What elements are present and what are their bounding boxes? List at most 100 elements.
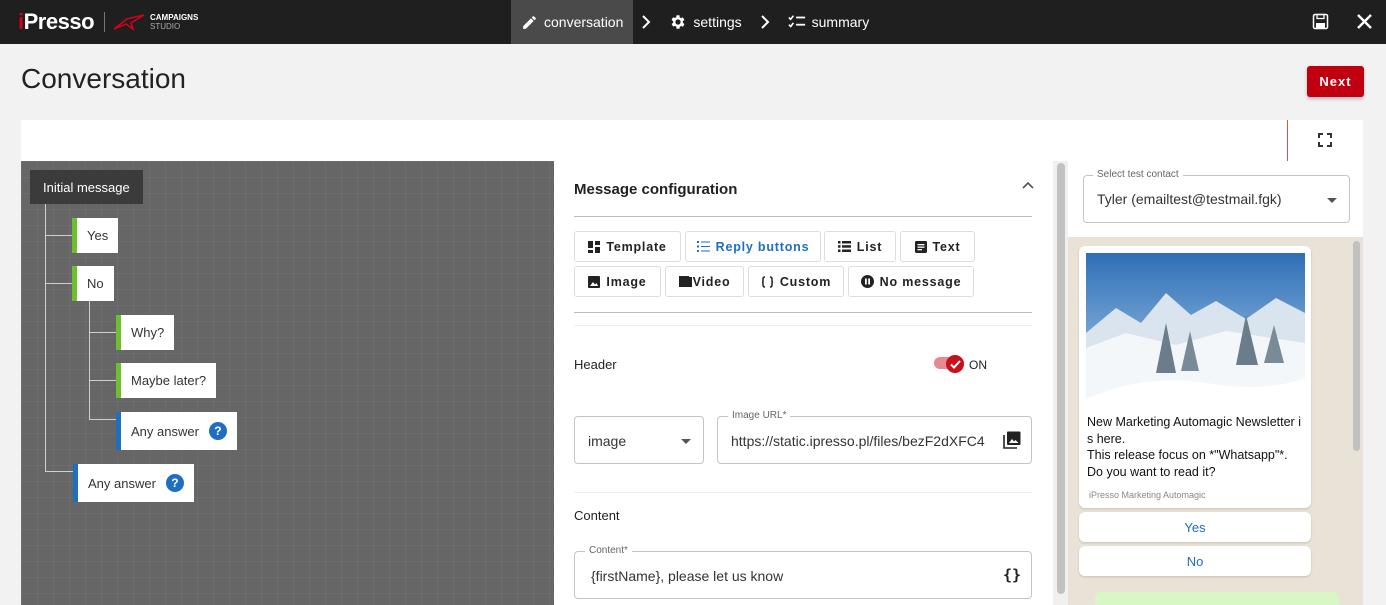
help-icon[interactable]: ?	[165, 474, 184, 492]
content-field[interactable]: Content* {firstName}, please let us know…	[574, 545, 1032, 599]
dropdown-arrow-icon	[1327, 198, 1337, 203]
image-icon	[588, 275, 601, 288]
tree-node-label: Any answer	[131, 423, 199, 439]
gear-icon	[671, 15, 685, 29]
editor-toolbar	[21, 120, 1363, 161]
page-title: Conversation	[21, 63, 186, 94]
config-title: Message configuration	[574, 181, 738, 198]
dropdown-arrow-icon	[681, 439, 691, 444]
next-button[interactable]: Next	[1307, 66, 1364, 97]
campaigns-plane-icon	[113, 14, 145, 31]
type-video-button[interactable]: Video	[665, 266, 744, 297]
chevron-right-icon	[633, 0, 659, 44]
logo-divider	[104, 12, 105, 32]
toolbar-divider	[1287, 120, 1288, 161]
type-button-label: List	[856, 239, 883, 254]
step-settings[interactable]: settings	[659, 0, 751, 44]
step-conversation[interactable]: conversation	[511, 0, 634, 44]
tree-connector	[89, 301, 90, 419]
fullscreen-icon[interactable]	[1318, 133, 1332, 147]
content-field-label: Content*	[585, 545, 632, 556]
message-text-line: This release focus on *"Whatsapp"*.	[1087, 448, 1288, 462]
type-button-label: Template	[606, 239, 667, 254]
braces-icon	[761, 275, 773, 288]
type-reply-buttons-button[interactable]: Reply buttons	[685, 231, 821, 262]
type-template-button[interactable]: Template	[574, 231, 681, 262]
wizard-steps: conversation settings summary	[511, 0, 879, 44]
tree-node-any-answer[interactable]: Any answer ?	[73, 464, 194, 502]
ipresso-logo: iPresso	[18, 9, 95, 34]
tree-connector	[45, 471, 73, 472]
message-footer: iPresso Marketing Automagic	[1089, 490, 1206, 500]
image-library-icon[interactable]	[1003, 431, 1021, 449]
tree-node-maybe-later[interactable]: Maybe later?	[116, 363, 217, 398]
tree-node-no[interactable]: No	[72, 266, 114, 301]
campaigns-studio-label: CAMPAIGNS STUDIO	[150, 13, 199, 31]
insert-variable-icon[interactable]: {}	[1003, 566, 1021, 584]
header-type-select[interactable]: image	[574, 416, 704, 464]
type-text-button[interactable]: Text	[900, 231, 975, 262]
content-value: {firstName}, please let us know	[591, 568, 784, 584]
pause-circle-icon	[860, 275, 874, 288]
outgoing-message-bubble	[1095, 592, 1339, 605]
help-icon[interactable]: ?	[208, 422, 227, 440]
step-summary[interactable]: summary	[778, 0, 880, 44]
message-body: New Marketing Automagic Newsletter i s h…	[1087, 414, 1307, 480]
message-text-line: New Marketing Automagic Newsletter i	[1087, 415, 1301, 429]
list-icon	[696, 241, 710, 252]
tree-node-yes[interactable]: Yes	[72, 218, 119, 253]
tree-connector	[89, 332, 116, 333]
test-contact-value: Tyler (emailtest@testmail.fgk)	[1097, 191, 1282, 207]
header-toggle-label: ON	[969, 358, 987, 372]
grid-icon	[588, 240, 601, 253]
message-configuration-panel: Message configuration Template Reply but…	[554, 161, 1053, 605]
reply-button-yes[interactable]: Yes	[1079, 512, 1311, 542]
tree-connector	[45, 204, 46, 472]
reply-button-no[interactable]: No	[1079, 546, 1311, 576]
config-scrollbar-thumb[interactable]	[1057, 163, 1065, 594]
checklist-icon	[787, 15, 805, 28]
tree-connector	[89, 419, 116, 420]
tree-node-why[interactable]: Why?	[116, 315, 175, 350]
top-bar: iPresso CAMPAIGNS STUDIO conversation se…	[0, 0, 1386, 44]
save-icon[interactable]	[1312, 13, 1329, 30]
image-url-value: https://static.ipresso.pl/files/bezF2dXF…	[731, 433, 985, 449]
tree-connector	[45, 283, 73, 284]
list-bullets-icon	[837, 241, 851, 252]
type-button-label: Reply buttons	[715, 239, 810, 254]
content-label: Content	[574, 508, 620, 523]
type-no-message-button[interactable]: No message	[848, 266, 974, 297]
step-settings-label: settings	[693, 14, 742, 30]
chevron-up-icon[interactable]	[1022, 181, 1034, 189]
divider	[574, 325, 1032, 326]
test-contact-label: Select test contact	[1093, 169, 1183, 180]
type-image-button[interactable]: Image	[574, 266, 661, 297]
type-button-label: No message	[879, 274, 962, 289]
header-toggle[interactable]	[946, 355, 964, 373]
step-summary-label: summary	[811, 14, 870, 30]
type-button-label: Text	[932, 239, 961, 254]
type-custom-button[interactable]: Custom	[748, 266, 844, 297]
divider	[574, 492, 1032, 493]
divider	[574, 312, 1032, 313]
conversation-tree-canvas[interactable]: Initial message Yes No Why? Maybe later?…	[21, 161, 554, 605]
chevron-right-icon	[752, 0, 778, 44]
divider	[574, 216, 1032, 217]
type-button-label: Image	[606, 274, 647, 289]
preview-scrollbar-thumb[interactable]	[1353, 241, 1360, 451]
tree-node-initial-message[interactable]: Initial message	[30, 170, 143, 204]
video-icon	[678, 276, 692, 287]
image-url-field[interactable]: Image URL* https://static.ipresso.pl/fil…	[717, 410, 1032, 464]
header-type-value: image	[588, 433, 627, 449]
tree-node-any-answer-nested[interactable]: Any answer ?	[116, 412, 237, 450]
tree-connector	[89, 380, 116, 381]
type-list-button[interactable]: List	[824, 231, 896, 262]
text-doc-icon	[914, 240, 927, 253]
image-url-label: Image URL*	[728, 410, 791, 421]
mountain-snow-image	[1086, 253, 1305, 399]
test-contact-select[interactable]: Select test contact Tyler (emailtest@tes…	[1083, 169, 1350, 223]
type-button-label: Custom	[779, 274, 832, 289]
message-text-line: Do you want to read it?	[1087, 464, 1216, 479]
type-button-label: Video	[692, 274, 731, 289]
close-icon[interactable]	[1355, 12, 1374, 31]
